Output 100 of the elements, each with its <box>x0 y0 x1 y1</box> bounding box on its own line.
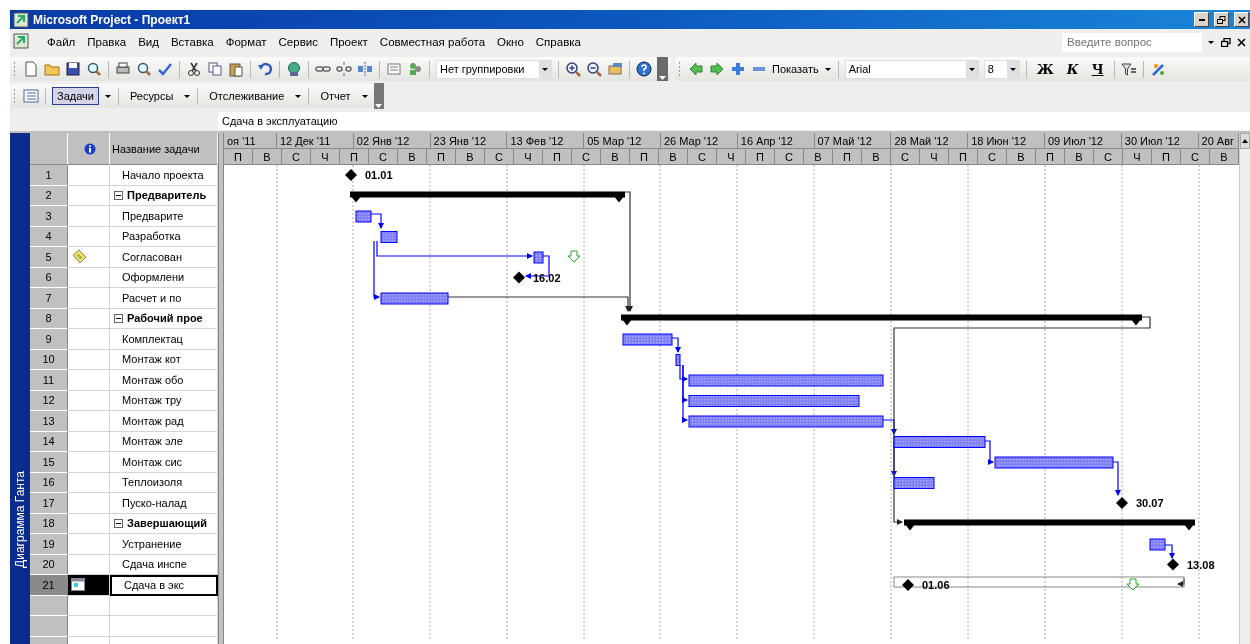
guide-toolbar-button[interactable]: Ресурсы <box>124 87 179 105</box>
zoom-in-icon[interactable] <box>565 61 581 77</box>
help-icon[interactable] <box>636 61 652 77</box>
task-bar[interactable] <box>355 210 372 223</box>
guide-toolbar-button[interactable]: Задачи <box>52 87 99 105</box>
row-number[interactable]: 2 <box>30 185 68 206</box>
scroll-up-icon[interactable] <box>1241 138 1249 144</box>
summary-bar[interactable] <box>621 314 1142 326</box>
caret-icon[interactable] <box>103 93 112 99</box>
task-bar[interactable] <box>688 415 884 428</box>
menu-item[interactable]: Вставка <box>164 34 220 50</box>
milestone-diamond[interactable] <box>1116 497 1128 509</box>
menu-item[interactable]: Совместная работа <box>373 34 492 50</box>
filter-icon[interactable] <box>1120 61 1137 77</box>
menu-item[interactable]: Вид <box>132 34 165 50</box>
collapse-icon[interactable] <box>114 518 123 528</box>
task-bar[interactable] <box>688 374 884 387</box>
menu-item[interactable]: Окно <box>491 34 530 50</box>
bold-button[interactable]: Ж <box>1032 61 1058 77</box>
zoom-out-icon[interactable] <box>586 61 602 77</box>
italic-button[interactable]: К <box>1062 61 1083 77</box>
toolbar-options-button[interactable] <box>373 83 384 109</box>
menu-item[interactable]: Файл <box>41 34 82 50</box>
restore-button[interactable] <box>1214 12 1229 27</box>
right-arrow-icon[interactable] <box>709 61 725 77</box>
guide-toolbar-button[interactable]: Отчет <box>315 87 356 105</box>
task-bar[interactable] <box>893 477 935 489</box>
font-dropdown[interactable]: Arial <box>844 59 979 79</box>
plus-icon[interactable] <box>730 61 746 77</box>
summary-bar[interactable] <box>350 191 625 203</box>
menu-item[interactable]: Проект <box>323 34 374 50</box>
task-bar[interactable] <box>994 456 1114 469</box>
spelling-check-icon[interactable] <box>157 61 173 77</box>
help-question-field[interactable]: Введите вопрос <box>1062 32 1202 52</box>
row-number[interactable]: 11 <box>30 370 68 391</box>
printer-icon[interactable] <box>115 61 131 77</box>
row-number[interactable]: 18 <box>30 513 68 534</box>
save-icon[interactable] <box>65 61 81 77</box>
row-number[interactable]: 15 <box>30 452 68 473</box>
close-button[interactable] <box>1234 12 1249 27</box>
task-bar[interactable] <box>622 333 673 346</box>
people-icon[interactable] <box>407 61 423 77</box>
menu-item[interactable]: Правка <box>81 34 133 50</box>
collapse-icon[interactable] <box>114 313 123 323</box>
view-label[interactable]: Диаграмма Ганта <box>13 471 27 568</box>
new-document-icon[interactable] <box>23 61 39 77</box>
collapse-icon[interactable] <box>114 190 123 200</box>
cut-icon[interactable] <box>186 61 202 77</box>
caret-icon[interactable] <box>823 66 832 72</box>
row-number[interactable]: 3 <box>30 206 68 227</box>
row-number[interactable]: 17 <box>30 493 68 514</box>
row-number[interactable]: 21 <box>30 575 68 596</box>
row-number[interactable]: 1 <box>30 165 68 186</box>
task-bar[interactable] <box>380 231 398 243</box>
summary-bar[interactable] <box>904 519 1195 531</box>
task-bar[interactable] <box>380 292 449 305</box>
show-menu-button[interactable]: Показать <box>772 63 819 75</box>
caret-icon[interactable] <box>294 93 303 99</box>
grouping-dropdown[interactable]: Нет группировки <box>436 59 552 79</box>
row-number[interactable]: 20 <box>30 554 68 575</box>
row-number[interactable]: 12 <box>30 390 68 411</box>
undo-icon[interactable] <box>257 61 273 77</box>
entry-field[interactable]: Сдача в эксплуатацию <box>218 112 1250 130</box>
paste-icon[interactable] <box>228 61 244 77</box>
close-icon[interactable] <box>1237 37 1246 47</box>
milestone-diamond[interactable] <box>1167 558 1179 571</box>
guide-toolbar-button[interactable]: Отслеживание <box>204 87 290 105</box>
toolbar-options-button[interactable] <box>657 57 668 81</box>
unlink-icon[interactable] <box>336 61 352 77</box>
task-bar[interactable] <box>1149 538 1166 551</box>
row-number[interactable]: 7 <box>30 288 68 309</box>
task-bar[interactable] <box>688 395 860 407</box>
menu-item[interactable]: Формат <box>219 34 273 50</box>
menu-item[interactable]: Сервис <box>272 34 324 50</box>
row-number[interactable]: 6 <box>30 267 68 288</box>
caret-icon[interactable] <box>1207 39 1215 45</box>
row-number[interactable]: 14 <box>30 431 68 452</box>
milestone-diamond[interactable] <box>902 579 914 591</box>
row-number[interactable]: 16 <box>30 472 68 493</box>
folder-icon[interactable] <box>44 61 60 77</box>
minimize-button[interactable] <box>1194 12 1209 27</box>
magnifier-icon[interactable] <box>86 61 102 77</box>
row-number[interactable]: 13 <box>30 411 68 432</box>
row-number[interactable]: 5 <box>30 247 68 268</box>
restore-icon[interactable] <box>1221 37 1231 47</box>
row-number[interactable]: 8 <box>30 308 68 329</box>
print-preview-icon[interactable] <box>136 61 152 77</box>
row-number[interactable]: 4 <box>30 226 68 247</box>
milestone-diamond[interactable] <box>345 169 357 181</box>
caret-icon[interactable] <box>183 93 192 99</box>
copy-icon[interactable] <box>207 61 223 77</box>
task-bar[interactable] <box>533 251 544 264</box>
font-size-dropdown[interactable]: 8 <box>983 59 1020 79</box>
left-arrow-icon[interactable] <box>688 61 704 77</box>
milestone-diamond[interactable] <box>513 271 525 284</box>
task-bar[interactable] <box>893 436 986 448</box>
globe-icon[interactable] <box>286 61 302 77</box>
row-number[interactable]: 10 <box>30 349 68 370</box>
task-bar[interactable] <box>675 354 681 366</box>
row-number[interactable]: 9 <box>30 329 68 350</box>
